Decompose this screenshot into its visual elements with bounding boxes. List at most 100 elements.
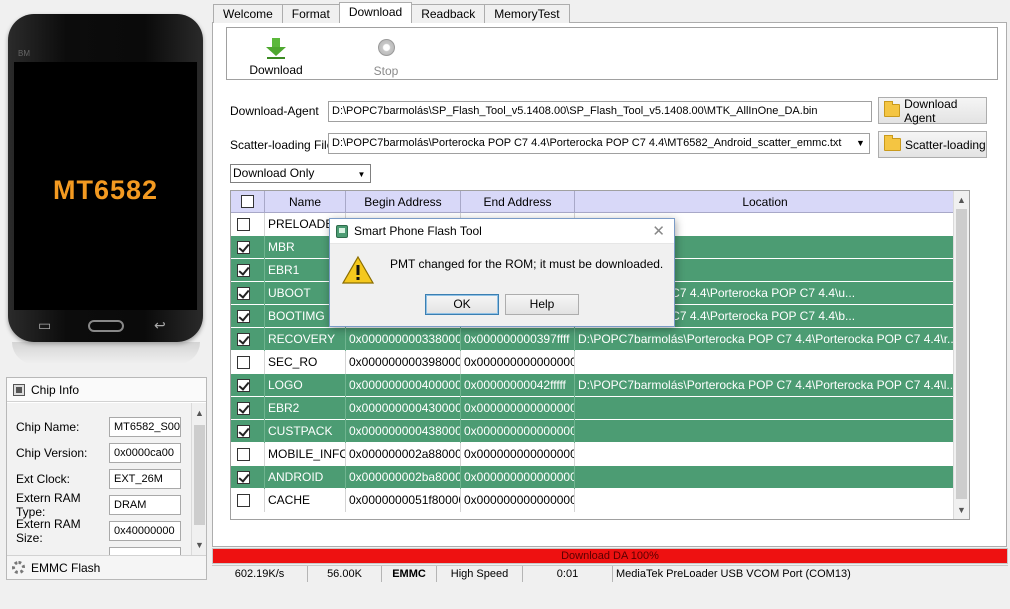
row-checkbox[interactable] (237, 402, 250, 415)
stop-button[interactable]: Stop (356, 38, 416, 78)
row-checkbox[interactable] (237, 448, 250, 461)
row-checkbox[interactable] (237, 310, 250, 323)
partition-name: RECOVERY (265, 328, 346, 351)
ram-size-field[interactable]: 0x40000000 (109, 521, 181, 541)
chip-info-scrollbar[interactable]: ▲ ▼ (191, 403, 206, 555)
partition-name: SEC_RO (265, 351, 346, 374)
gear-icon (12, 561, 25, 574)
chip-field-label: Ext Clock: (16, 472, 71, 486)
end-address: 0x00000000042fffff (461, 374, 575, 397)
begin-address: 0x0000000003380000 (346, 328, 461, 351)
scroll-thumb[interactable] (956, 209, 967, 499)
scroll-thumb[interactable] (194, 425, 205, 525)
row-checkbox[interactable] (237, 287, 250, 300)
chip-field-label: Extern RAM Size: (16, 517, 81, 545)
chip-info-row: Extern RAM Size: 0x40000000 (16, 517, 192, 545)
column-header-location[interactable]: Location (575, 191, 955, 213)
file-location[interactable] (575, 420, 955, 443)
download-agent-field[interactable]: D:\POPC7barmolás\SP_Flash_Tool_v5.1408.0… (328, 101, 872, 122)
status-port: MediaTek PreLoader USB VCOM Port (COM13) (616, 568, 851, 580)
ok-button[interactable]: OK (425, 294, 499, 315)
dialog-titlebar: Smart Phone Flash Tool ✕ (330, 219, 674, 244)
row-checkbox[interactable] (237, 356, 250, 369)
column-header-begin[interactable]: Begin Address (346, 191, 461, 213)
table-row[interactable]: MOBILE_INFO 0x000000002a880000 0x000000000… (231, 443, 955, 466)
chip-info-row: Extern RAM Type: DRAM (16, 491, 192, 519)
row-checkbox[interactable] (237, 494, 250, 507)
close-icon[interactable]: ✕ (652, 222, 665, 240)
column-header-name[interactable]: Name (265, 191, 346, 213)
tab-download[interactable]: Download (338, 2, 413, 23)
chevron-down-icon[interactable]: ▼ (354, 166, 369, 183)
row-checkbox-cell (231, 213, 265, 236)
status-speed: 602.19K/s (212, 566, 308, 582)
ext-clock-field[interactable]: EXT_26M (109, 469, 181, 489)
tab-memorytest[interactable]: MemoryTest (484, 4, 570, 23)
partition-name: EBR2 (265, 397, 346, 420)
folder-icon (884, 101, 901, 117)
phone-model-text: MT6582 (52, 175, 159, 205)
chip-field-label: Extern RAM Type: (16, 491, 81, 519)
ram-type-field[interactable]: DRAM (109, 495, 181, 515)
partition-name: CACHE (265, 489, 346, 512)
table-row[interactable]: SEC_RO 0x0000000003980000 0x00000000000000… (231, 351, 955, 374)
download-mode-select[interactable]: Download Only ▼ (230, 164, 371, 183)
app-icon (336, 224, 348, 238)
table-row[interactable]: EBR2 0x0000000004300000 0x0000000000000000 (231, 397, 955, 420)
status-bar: 602.19K/s 56.00K EMMC High Speed 0:01 Me… (212, 565, 1008, 582)
scroll-up-icon[interactable]: ▲ (954, 192, 969, 208)
scroll-up-icon[interactable]: ▲ (192, 405, 207, 421)
row-checkbox[interactable] (237, 333, 250, 346)
row-checkbox[interactable] (237, 218, 250, 231)
scroll-down-icon[interactable]: ▼ (192, 537, 207, 553)
row-checkbox[interactable] (237, 425, 250, 438)
begin-address: 0x0000000003980000 (346, 351, 461, 374)
scatter-loading-button[interactable]: Scatter-loading (878, 131, 987, 158)
chevron-down-icon[interactable]: ▼ (853, 135, 868, 152)
file-location[interactable] (575, 351, 955, 374)
row-checkbox[interactable] (237, 241, 250, 254)
table-row[interactable]: LOGO 0x0000000004000000 0x00000000042fffff… (231, 374, 955, 397)
begin-address: 0x0000000004300000 (346, 397, 461, 420)
file-location[interactable]: D:\POPC7barmolás\Porterocka POP C7 4.4\P… (575, 328, 955, 351)
row-checkbox-cell (231, 466, 265, 489)
tab-format[interactable]: Format (281, 4, 340, 23)
scatter-field[interactable]: D:\POPC7barmolás\Porterocka POP C7 4.4\P… (328, 133, 870, 154)
chip-field-partial (109, 547, 181, 555)
download-mode-value: Download Only (233, 166, 315, 180)
scatter-loading-button-label: Scatter-loading (905, 137, 986, 152)
table-row[interactable]: RECOVERY 0x0000000003380000 0x000000000397… (231, 328, 955, 351)
row-checkbox[interactable] (237, 264, 250, 277)
table-row[interactable]: ANDROID 0x000000002ba80000 0x0000000000000… (231, 466, 955, 489)
column-header-end[interactable]: End Address (461, 191, 575, 213)
select-all-checkbox[interactable] (241, 195, 254, 208)
tab-readback[interactable]: Readback (411, 4, 486, 23)
chip-name-field[interactable]: MT6582_S00 (109, 417, 181, 437)
status-size: 56.00K (308, 566, 382, 582)
row-checkbox[interactable] (237, 379, 250, 392)
file-location[interactable] (575, 443, 955, 466)
begin-address: 0x0000000051f80000 (346, 489, 461, 512)
table-row[interactable]: CUSTPACK 0x0000000004380000 0x000000000000… (231, 420, 955, 443)
tab-welcome[interactable]: Welcome (213, 4, 283, 23)
file-location[interactable] (575, 397, 955, 420)
file-location[interactable] (575, 466, 955, 489)
home-key-icon (88, 320, 124, 332)
row-checkbox-cell (231, 351, 265, 374)
file-location[interactable]: D:\POPC7barmolás\Porterocka POP C7 4.4\P… (575, 374, 955, 397)
scatter-path: D:\POPC7barmolás\Porterocka POP C7 4.4\P… (332, 137, 842, 149)
row-checkbox[interactable] (237, 471, 250, 484)
back-key-icon: ↩ (154, 317, 166, 333)
download-agent-button[interactable]: Download Agent (878, 97, 987, 125)
file-location[interactable] (575, 489, 955, 512)
chip-version-field[interactable]: 0x0000ca00 (109, 443, 181, 463)
help-button[interactable]: Help (505, 294, 579, 315)
end-address: 0x0000000000000000 (461, 466, 575, 489)
table-scrollbar[interactable]: ▲ ▼ (953, 191, 969, 519)
table-row[interactable]: CACHE 0x0000000051f80000 0x000000000000000… (231, 489, 955, 512)
warning-icon (342, 255, 374, 284)
download-button[interactable]: Download (246, 38, 306, 77)
row-checkbox-cell (231, 236, 265, 259)
chip-info-row-partial (16, 547, 192, 555)
scroll-down-icon[interactable]: ▼ (954, 502, 969, 518)
